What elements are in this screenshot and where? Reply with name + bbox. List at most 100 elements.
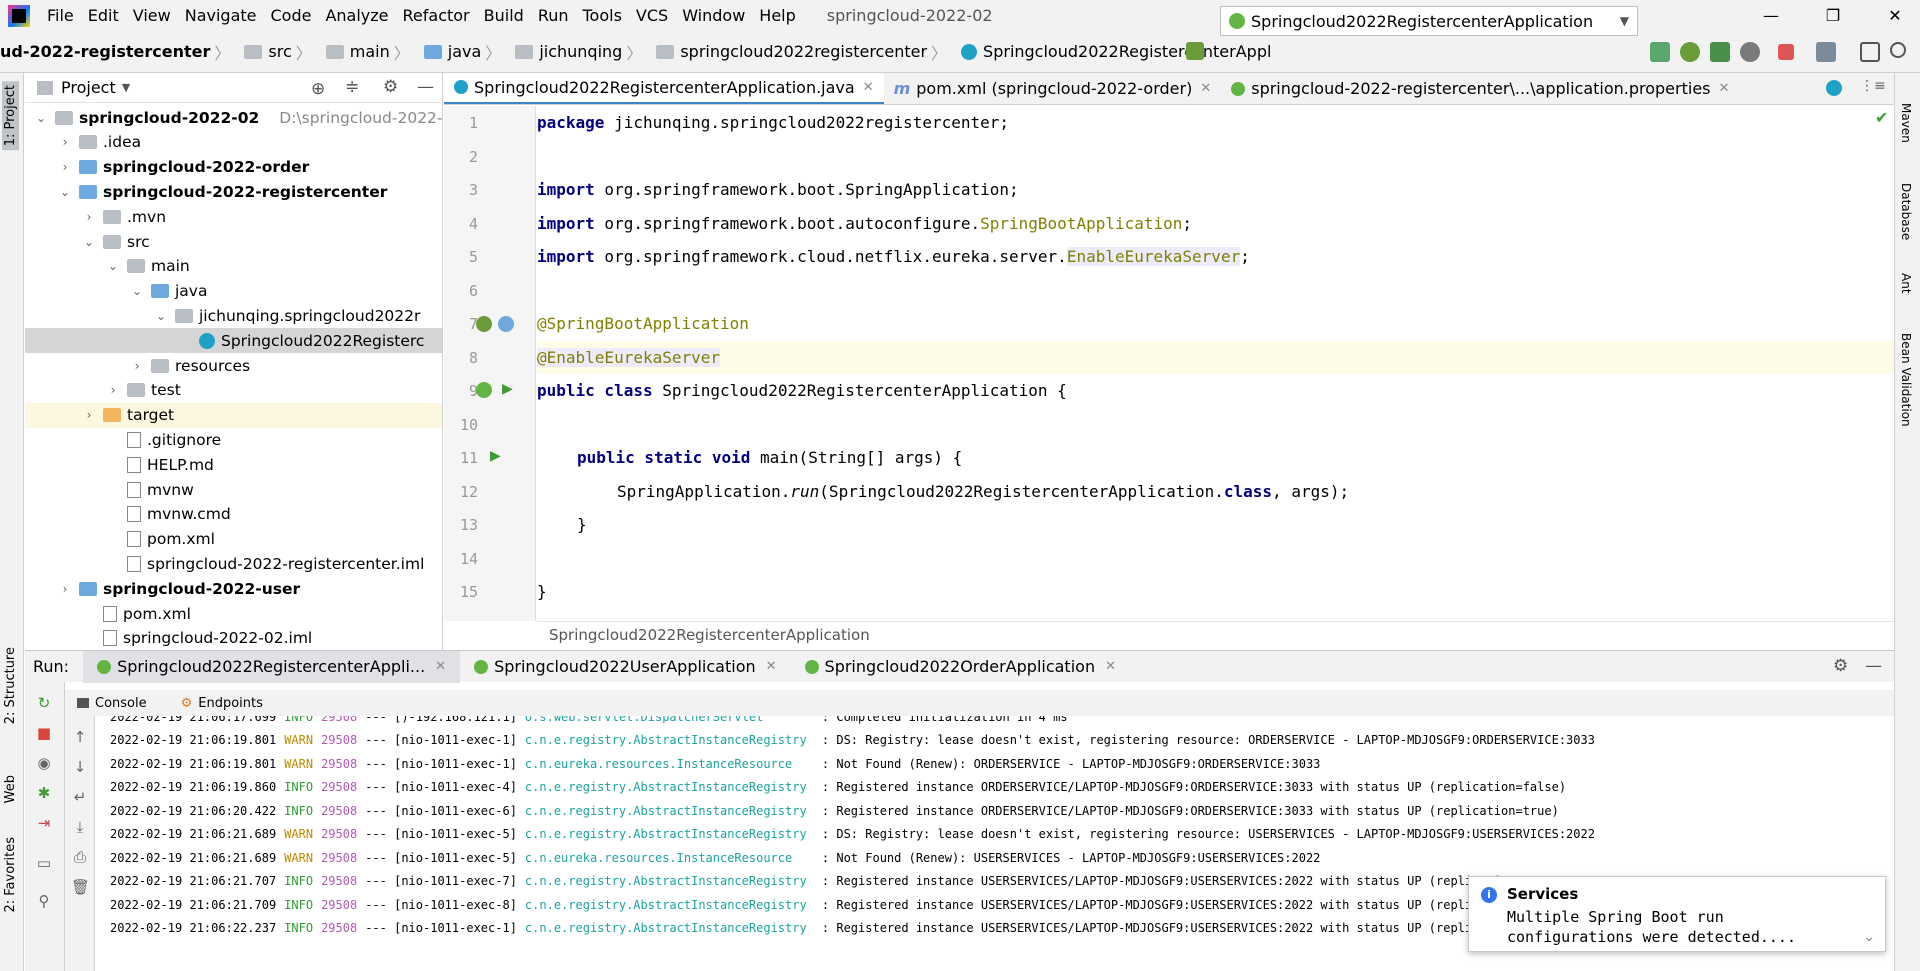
profiler-icon[interactable] <box>1740 42 1760 62</box>
tab-application-properties[interactable]: springcloud-2022-registercenter\...\appl… <box>1221 73 1739 104</box>
chevron-down-icon[interactable]: ⌄ <box>33 111 49 125</box>
arrow-up-icon[interactable]: ↑ <box>71 728 89 746</box>
soft-wrap-icon[interactable]: ↵ <box>71 788 89 806</box>
menu-navigate[interactable]: Navigate <box>178 6 264 25</box>
close-icon[interactable]: ✕ <box>1105 659 1116 674</box>
gear-icon[interactable]: ⚙ <box>383 77 398 97</box>
chevron-right-icon[interactable]: › <box>57 135 73 149</box>
menu-analyze[interactable]: Analyze <box>318 6 395 25</box>
chevron-down-icon[interactable]: ⌄ <box>57 185 73 199</box>
maximize-button[interactable]: ❐ <box>1808 0 1858 31</box>
tree-source-folder[interactable]: ⌄ java <box>25 279 442 304</box>
close-icon[interactable]: ✕ <box>1719 81 1730 96</box>
chevron-down-icon[interactable]: ⌄ <box>105 259 121 273</box>
scroll-to-end-icon[interactable]: ⤓ <box>71 818 89 836</box>
tree-resources-folder[interactable]: › resources <box>25 353 442 378</box>
run-tab-user[interactable]: Springcloud2022UserApplication ✕ <box>460 651 790 683</box>
breadcrumb-module[interactable]: ud-2022-registercenter 〉 <box>0 40 230 64</box>
chevron-right-icon[interactable]: › <box>105 383 121 397</box>
tree-target-folder[interactable]: › target <box>25 402 442 428</box>
trash-icon[interactable]: 🗑 <box>71 878 90 896</box>
tree-module[interactable]: › springcloud-2022-user <box>25 576 442 601</box>
collapse-all-icon[interactable]: ≑ <box>345 77 359 97</box>
chevron-right-icon[interactable]: › <box>57 160 73 174</box>
tree-file[interactable]: mvnw.cmd <box>25 502 442 527</box>
notification-body-line[interactable]: configurations were detected.... <box>1507 927 1875 947</box>
build-hammer-icon[interactable] <box>1186 42 1204 60</box>
debug-icon[interactable] <box>1680 42 1700 62</box>
tree-root[interactable]: ⌄ springcloud-2022-02 D:\springcloud-2022- <box>25 105 442 130</box>
tree-module[interactable]: ⌄ springcloud-2022-registercenter <box>25 179 442 204</box>
tree-class[interactable]: Springcloud2022Registerc <box>25 328 442 354</box>
run-with-coverage-icon[interactable] <box>1710 42 1730 62</box>
endpoints-tab[interactable]: ⚙ Endpoints <box>181 696 263 711</box>
chevron-down-icon[interactable]: ⌄ <box>129 284 145 298</box>
hide-panel-icon[interactable]: — <box>1865 656 1882 676</box>
presentation-mode-icon[interactable] <box>1860 42 1880 62</box>
chevron-right-icon[interactable]: › <box>129 359 145 373</box>
editor-breadcrumb[interactable]: Springcloud2022RegistercenterApplication <box>537 621 1894 647</box>
close-icon[interactable]: ✕ <box>1200 81 1211 96</box>
breadcrumb-subpackage[interactable]: springcloud2022registercenter 〉 <box>648 40 947 64</box>
tree-file[interactable]: pom.xml <box>25 601 442 626</box>
rerun-icon[interactable] <box>1650 42 1670 62</box>
tab-web[interactable]: Web <box>2 771 19 807</box>
run-tab-order[interactable]: Springcloud2022OrderApplication ✕ <box>791 651 1130 683</box>
menu-file[interactable]: File <box>40 6 81 25</box>
breadcrumb-src[interactable]: src 〉 <box>236 40 312 64</box>
tree-file[interactable]: springcloud-2022-registercenter.iml <box>25 551 442 576</box>
close-icon[interactable]: ✕ <box>766 659 777 674</box>
tree-package[interactable]: ⌄ jichunqing.springcloud2022r <box>25 303 442 328</box>
exit-icon[interactable]: ⇥ <box>35 814 53 832</box>
camera-icon[interactable]: ◉ <box>35 754 53 772</box>
menu-run[interactable]: Run <box>531 6 576 25</box>
chevron-right-icon[interactable]: › <box>81 210 97 224</box>
chevron-down-icon[interactable]: ⌄ <box>81 235 97 249</box>
tree-module[interactable]: › springcloud-2022-order <box>25 155 442 180</box>
tree-folder[interactable]: ⌄ src <box>25 229 442 254</box>
services-notification[interactable]: i Services Multiple Spring Boot run conf… <box>1468 876 1886 952</box>
run-configuration-selector[interactable]: Springcloud2022RegistercenterApplication… <box>1220 6 1638 36</box>
close-icon[interactable]: ✕ <box>435 659 446 674</box>
menu-build[interactable]: Build <box>477 6 531 25</box>
search-icon[interactable] <box>1890 42 1906 58</box>
tree-folder[interactable]: › .mvn <box>25 204 442 229</box>
close-window-button[interactable]: ✕ <box>1870 0 1920 31</box>
breadcrumb-class[interactable]: Springcloud2022RegistercenterAppl <box>953 42 1271 61</box>
layout-icon[interactable]: ▭ <box>35 854 53 872</box>
tab-project[interactable]: 1: Project <box>2 81 19 151</box>
locate-icon[interactable]: ⊕ <box>311 79 325 99</box>
pin-icon[interactable]: ⚲ <box>35 892 53 910</box>
tab-registercenter-application[interactable]: Springcloud2022RegistercenterApplication… <box>444 73 884 104</box>
tab-ant[interactable]: Ant <box>1899 273 1913 294</box>
chevron-down-icon[interactable]: ⌄ <box>1863 929 1875 945</box>
spring-config-gutter-icon[interactable] <box>498 316 514 332</box>
arrow-down-icon[interactable]: ↓ <box>71 758 89 776</box>
spring-bean-gutter-icon[interactable] <box>476 316 492 332</box>
tree-folder[interactable]: ⌄ main <box>25 254 442 279</box>
menu-window[interactable]: Window <box>675 6 752 25</box>
tree-file[interactable]: springcloud-2022-02.iml <box>25 626 442 650</box>
menu-code[interactable]: Code <box>264 6 319 25</box>
inspection-ok-icon[interactable]: ✔ <box>1875 108 1888 127</box>
tree-file[interactable]: pom.xml <box>25 527 442 552</box>
debug-icon[interactable]: ✱ <box>35 784 53 802</box>
chevron-down-icon[interactable]: ⌄ <box>153 309 169 323</box>
rerun-icon[interactable]: ↻ <box>35 694 53 712</box>
breadcrumb-main[interactable]: main 〉 <box>318 40 410 64</box>
menu-view[interactable]: View <box>126 6 178 25</box>
project-panel-title[interactable]: Project <box>61 78 116 97</box>
tab-pom-order[interactable]: m pom.xml (springcloud-2022-order) ✕ <box>884 73 1222 104</box>
breadcrumb-package[interactable]: jichunqing 〉 <box>507 40 642 64</box>
chevron-right-icon[interactable]: › <box>57 582 73 596</box>
chevron-right-icon[interactable]: › <box>81 408 97 422</box>
tab-list-icon[interactable]: ⋮≡ <box>1860 78 1886 94</box>
tree-folder[interactable]: › test <box>25 378 442 403</box>
menu-tools[interactable]: Tools <box>576 6 629 25</box>
tree-file[interactable]: HELP.md <box>25 452 442 477</box>
code-editor[interactable]: package jichunqing.springcloud2022regist… <box>537 106 1894 621</box>
project-structure-icon[interactable] <box>1816 42 1836 62</box>
tab-favorites[interactable]: 2: Favorites <box>2 833 19 917</box>
print-icon[interactable]: ⎙ <box>71 848 89 866</box>
stop-icon[interactable]: ■ <box>35 724 53 742</box>
